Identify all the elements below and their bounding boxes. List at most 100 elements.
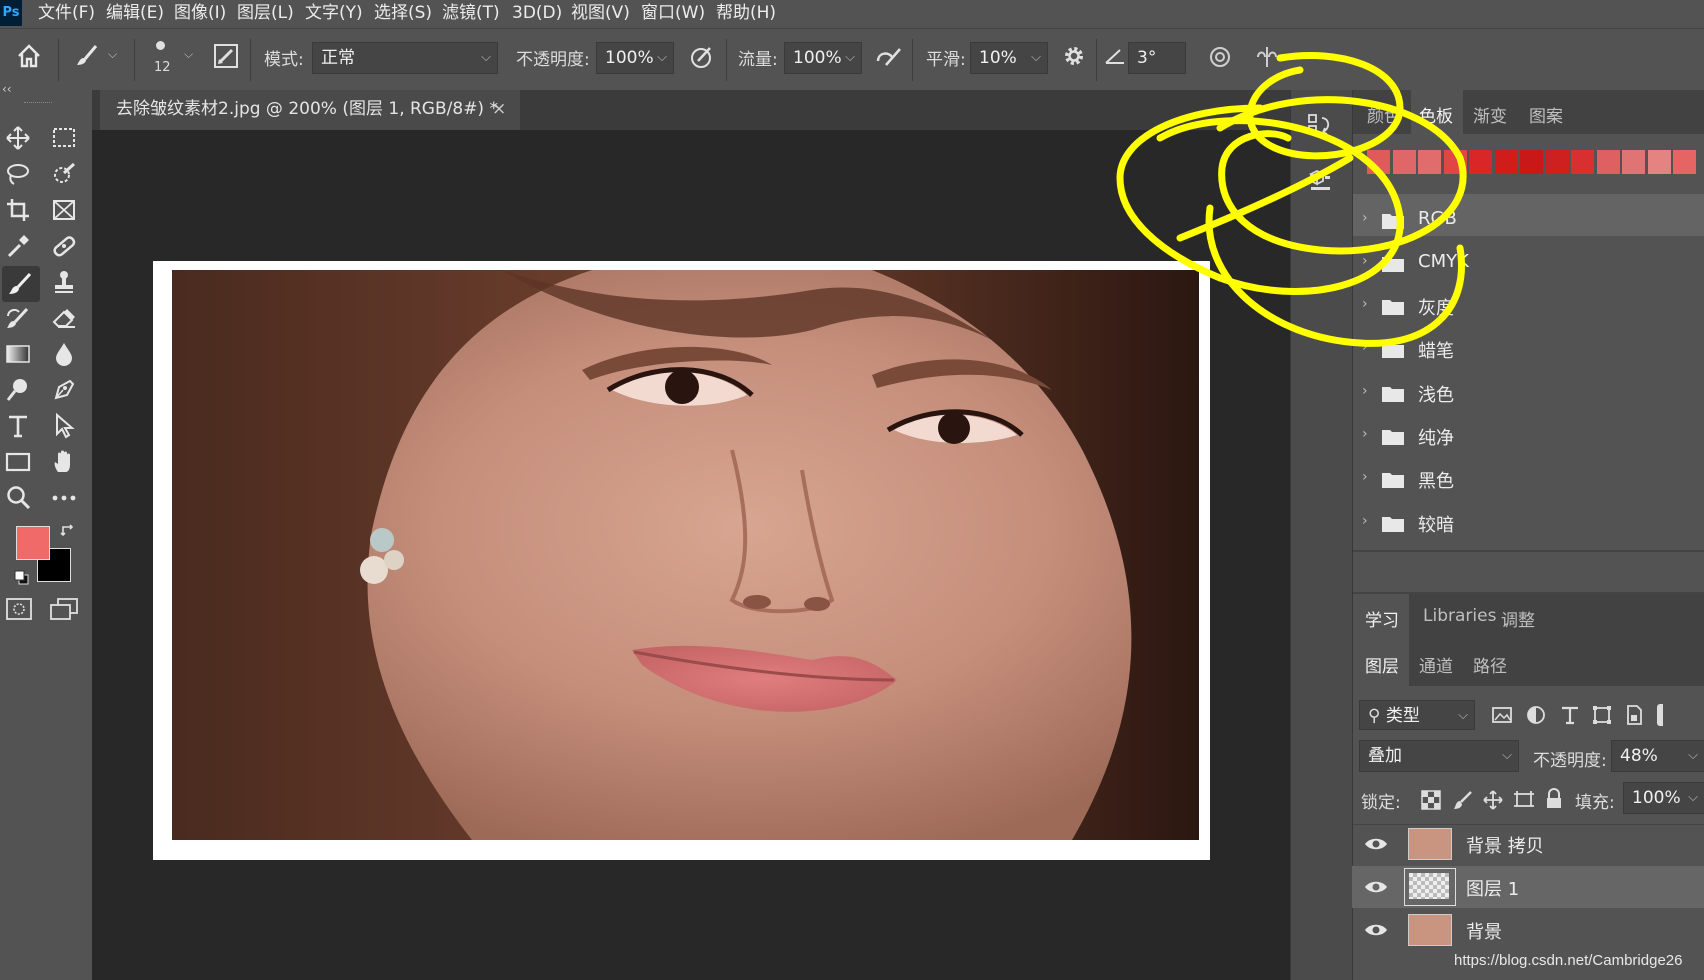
- frame-tool-icon[interactable]: [50, 196, 86, 228]
- marquee-tool-icon[interactable]: [50, 124, 86, 156]
- menu-filter[interactable]: 滤镜(T): [442, 0, 500, 28]
- eyedropper-tool-icon[interactable]: [4, 232, 40, 264]
- blur-tool-icon[interactable]: [50, 340, 86, 372]
- history-brush-tool-icon[interactable]: [4, 304, 40, 336]
- color-swatch[interactable]: [1596, 150, 1620, 174]
- layer-row[interactable]: 背景 拷贝: [1352, 823, 1704, 865]
- hand-tool-icon[interactable]: [50, 448, 86, 480]
- filter-type-icon[interactable]: [1559, 704, 1581, 726]
- menu-layer[interactable]: 图层(L): [237, 0, 294, 28]
- lasso-tool-icon[interactable]: [4, 160, 40, 192]
- layer-row[interactable]: 背景: [1352, 909, 1704, 951]
- chevron-down-icon[interactable]: ⌵: [108, 47, 117, 62]
- chevron-down-icon[interactable]: ⌵: [184, 47, 193, 62]
- chevron-right-icon[interactable]: ›: [1362, 469, 1368, 485]
- quick-selection-tool-icon[interactable]: [50, 160, 86, 192]
- clone-stamp-tool-icon[interactable]: [50, 268, 86, 300]
- default-colors-icon[interactable]: [14, 570, 30, 586]
- swatch-group-light[interactable]: › 浅色: [1352, 373, 1704, 415]
- chevron-right-icon[interactable]: ›: [1362, 426, 1368, 442]
- eye-icon[interactable]: [1364, 879, 1388, 895]
- angle-input[interactable]: 3°: [1128, 42, 1186, 74]
- color-swatch[interactable]: [1520, 150, 1543, 174]
- menu-view[interactable]: 视图(V): [571, 0, 630, 28]
- color-swatch[interactable]: [1392, 150, 1416, 174]
- lock-position-icon[interactable]: [1483, 790, 1503, 810]
- brush-tool-icon[interactable]: [74, 43, 100, 69]
- filter-toggle-icon[interactable]: [1657, 704, 1663, 726]
- layer-row-selected[interactable]: 图层 1: [1352, 866, 1704, 908]
- screen-mode-icon[interactable]: [50, 598, 78, 620]
- tab-patterns[interactable]: 图案: [1529, 102, 1563, 127]
- menu-window[interactable]: 窗口(W): [641, 0, 705, 28]
- menu-select[interactable]: 选择(S): [374, 0, 432, 28]
- swatch-group-black[interactable]: › 黑色: [1352, 459, 1704, 501]
- pen-tool-icon[interactable]: [50, 376, 86, 408]
- blend-mode-select[interactable]: 正常 ⌵: [312, 42, 498, 74]
- chevron-right-icon[interactable]: ›: [1362, 210, 1368, 226]
- zoom-tool-icon[interactable]: [4, 484, 40, 516]
- filter-smart-object-icon[interactable]: [1623, 704, 1645, 726]
- lock-all-icon[interactable]: [1545, 788, 1563, 810]
- layer-opacity-input[interactable]: 48% ⌵: [1611, 740, 1704, 772]
- tab-layers[interactable]: 图层: [1365, 652, 1399, 677]
- photoshop-logo[interactable]: Ps: [0, 0, 22, 26]
- 3d-panel-icon[interactable]: [1307, 166, 1333, 192]
- chevron-right-icon[interactable]: ›: [1362, 513, 1368, 529]
- panel-grip[interactable]: [24, 102, 52, 105]
- airbrush-icon[interactable]: [874, 45, 902, 69]
- home-icon[interactable]: [16, 43, 42, 69]
- color-swatch[interactable]: [1673, 150, 1696, 174]
- color-swatch[interactable]: [1545, 150, 1569, 174]
- brush-preview-icon[interactable]: [156, 41, 165, 50]
- menu-file[interactable]: 文件(F): [38, 0, 95, 28]
- color-swatch[interactable]: [1571, 150, 1594, 174]
- eye-icon[interactable]: [1364, 836, 1388, 852]
- menu-image[interactable]: 图像(I): [174, 0, 226, 28]
- swatch-group-dark[interactable]: › 较暗: [1352, 503, 1704, 545]
- lock-artboard-icon[interactable]: [1513, 790, 1535, 810]
- crop-tool-icon[interactable]: [4, 196, 40, 228]
- color-swatch[interactable]: [1367, 150, 1390, 174]
- filter-pixel-icon[interactable]: [1491, 704, 1513, 726]
- tab-paths[interactable]: 路径: [1473, 652, 1507, 677]
- tab-channels[interactable]: 通道: [1419, 652, 1453, 677]
- history-panel-icon[interactable]: [1307, 112, 1333, 138]
- smoothing-input[interactable]: 10% ⌵: [970, 42, 1048, 74]
- move-tool-icon[interactable]: [4, 124, 40, 156]
- swatch-group-grayscale[interactable]: › 灰度: [1352, 286, 1704, 328]
- more-tools-icon[interactable]: [50, 484, 86, 516]
- path-selection-tool-icon[interactable]: [50, 412, 86, 444]
- rectangle-tool-icon[interactable]: [4, 448, 40, 480]
- opacity-input[interactable]: 100% ⌵: [596, 42, 674, 74]
- tab-swatches[interactable]: 色板: [1419, 102, 1453, 127]
- menu-edit[interactable]: 编辑(E): [106, 0, 164, 28]
- pressure-opacity-icon[interactable]: [690, 45, 714, 69]
- document-tab[interactable]: 去除皱纹素材2.jpg @ 200% (图层 1, RGB/8#) * ×: [100, 90, 520, 130]
- swatch-group-rgb[interactable]: › RGB: [1352, 200, 1704, 242]
- chevron-right-icon[interactable]: ›: [1362, 296, 1368, 312]
- color-swatch[interactable]: [1443, 150, 1467, 174]
- document-canvas[interactable]: [153, 261, 1210, 860]
- flow-input[interactable]: 100% ⌵: [784, 42, 862, 74]
- fill-input[interactable]: 100% ⌵: [1623, 782, 1704, 814]
- eye-icon[interactable]: [1364, 922, 1388, 938]
- tab-color[interactable]: 颜色: [1367, 102, 1401, 127]
- tab-gradients[interactable]: 渐变: [1473, 102, 1507, 127]
- color-swatch[interactable]: [1622, 150, 1645, 174]
- brush-settings-icon[interactable]: [214, 44, 238, 68]
- dodge-tool-icon[interactable]: [4, 376, 40, 408]
- color-swatch[interactable]: [1494, 150, 1518, 174]
- menu-type[interactable]: 文字(Y): [305, 0, 363, 28]
- swap-colors-icon[interactable]: [60, 522, 76, 538]
- tab-learn[interactable]: 学习: [1365, 606, 1399, 631]
- chevron-right-icon[interactable]: ›: [1362, 383, 1368, 399]
- filter-adjustment-icon[interactable]: [1525, 704, 1547, 726]
- brush-tool-active-icon[interactable]: [2, 266, 40, 302]
- tab-adjustments[interactable]: 调整: [1501, 606, 1535, 631]
- layer-blend-mode-select[interactable]: 叠加 ⌵: [1359, 740, 1519, 772]
- chevron-right-icon[interactable]: ›: [1362, 253, 1368, 269]
- symmetry-icon[interactable]: [1254, 45, 1280, 69]
- healing-brush-tool-icon[interactable]: [50, 232, 86, 264]
- color-swatch[interactable]: [1647, 150, 1671, 174]
